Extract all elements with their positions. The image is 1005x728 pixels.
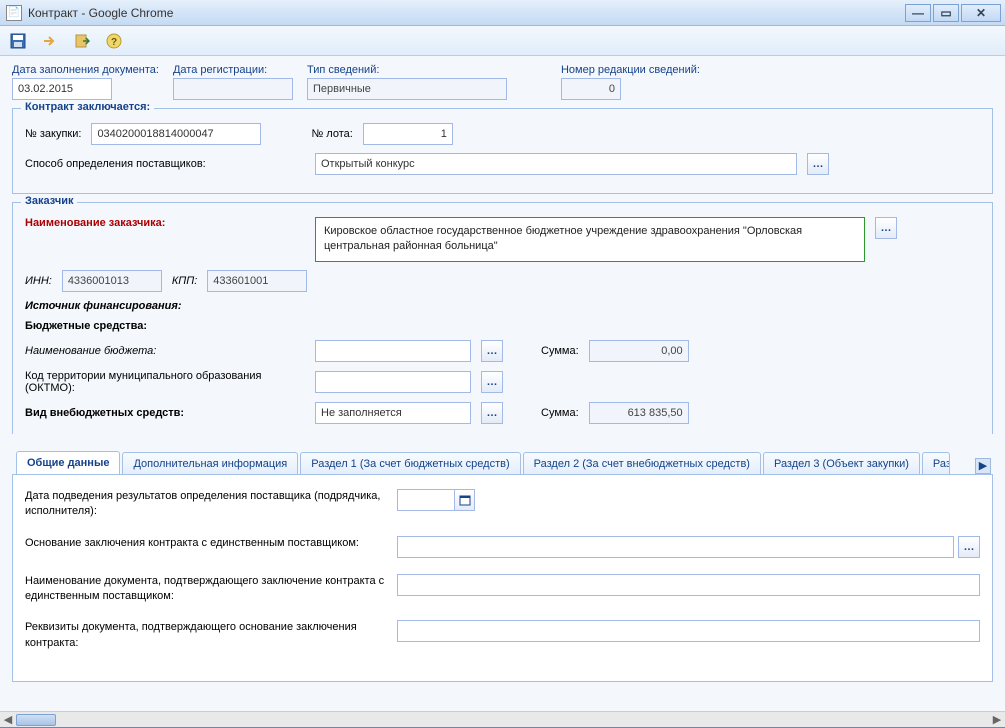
oktmo-picker[interactable]: …: [481, 371, 503, 393]
oktmo-label: Код территории муниципального образовани…: [25, 370, 305, 394]
next-icon[interactable]: [38, 29, 62, 53]
single-supplier-basis-picker[interactable]: …: [958, 536, 980, 558]
single-supplier-basis-label: Основание заключения контракта с единств…: [25, 536, 385, 551]
tab-section1[interactable]: Раздел 1 (За счет бюджетных средств): [300, 452, 520, 474]
inn-label: ИНН:: [25, 275, 52, 287]
toolbar: ?: [0, 26, 1005, 56]
tab-section4-cut[interactable]: Раз: [922, 452, 950, 474]
tabs-bar: Общие данные Дополнительная информация Р…: [12, 450, 993, 475]
tab-section3[interactable]: Раздел 3 (Объект закупки): [763, 452, 920, 474]
extrabudget-kind-picker[interactable]: …: [481, 402, 503, 424]
single-supplier-basis-input[interactable]: [397, 536, 954, 558]
window-title: Контракт - Google Chrome: [28, 6, 173, 20]
supplier-method-label: Способ определения поставщиков:: [25, 158, 305, 170]
result-date-text[interactable]: [398, 490, 454, 510]
info-type-input: [307, 78, 507, 100]
tab-body-general: Дата подведения результатов определения …: [12, 475, 993, 682]
revision-label: Номер редакции сведений:: [561, 64, 700, 76]
scroll-right-icon[interactable]: ▶: [989, 712, 1005, 728]
minimize-button[interactable]: —: [905, 4, 931, 22]
contract-group: Контракт заключается: № закупки: № лота:…: [12, 108, 993, 194]
tab-additional[interactable]: Дополнительная информация: [122, 452, 298, 474]
customer-group-title: Заказчик: [21, 195, 77, 207]
horizontal-scrollbar[interactable]: ◀ ▶: [0, 711, 1005, 727]
customer-name-picker[interactable]: …: [875, 217, 897, 239]
header-row: Дата заполнения документа: Дата регистра…: [12, 64, 993, 100]
doc-name-input[interactable]: [397, 574, 980, 596]
maximize-button[interactable]: ▭: [933, 4, 959, 22]
app-icon: [6, 5, 22, 21]
reg-date-label: Дата регистрации:: [173, 64, 293, 76]
export-icon[interactable]: [70, 29, 94, 53]
customer-name-input[interactable]: Кировское областное государственное бюдж…: [315, 217, 865, 262]
result-date-label: Дата подведения результатов определения …: [25, 489, 385, 520]
close-button[interactable]: ✕: [961, 4, 1001, 22]
purchase-no-input[interactable]: [91, 123, 261, 145]
result-date-input[interactable]: [397, 489, 475, 511]
lot-no-label: № лота:: [311, 128, 352, 140]
budget-name-picker[interactable]: …: [481, 340, 503, 362]
budget-name-label: Наименование бюджета:: [25, 345, 305, 357]
customer-group: Заказчик Наименование заказчика: Кировск…: [12, 202, 993, 434]
extrabudget-sum-label: Сумма:: [541, 407, 579, 419]
titlebar: Контракт - Google Chrome — ▭ ✕: [0, 0, 1005, 26]
info-type-label: Тип сведений:: [307, 64, 507, 76]
doc-req-label: Реквизиты документа, подтверждающего осн…: [25, 620, 385, 651]
contract-group-title: Контракт заключается:: [21, 101, 154, 113]
supplier-method-picker[interactable]: …: [807, 153, 829, 175]
extrabudget-kind-input[interactable]: [315, 402, 471, 424]
supplier-method-input[interactable]: [315, 153, 797, 175]
lot-no-input[interactable]: [363, 123, 453, 145]
doc-date-label: Дата заполнения документа:: [12, 64, 159, 76]
funding-source-label: Источник финансирования:: [25, 300, 182, 312]
reg-date-input: [173, 78, 293, 100]
doc-name-label: Наименование документа, подтверждающего …: [25, 574, 385, 605]
save-icon[interactable]: [6, 29, 30, 53]
budget-sum-input: [589, 340, 689, 362]
doc-req-input[interactable]: [397, 620, 980, 642]
calendar-icon[interactable]: [454, 490, 474, 510]
extrabudget-sum-input: [589, 402, 689, 424]
help-icon[interactable]: ?: [102, 29, 126, 53]
svg-text:?: ?: [111, 37, 117, 48]
app-window: Контракт - Google Chrome — ▭ ✕ ? Дата за…: [0, 0, 1005, 727]
purchase-no-label: № закупки:: [25, 128, 81, 140]
tabs-scroll-right-icon[interactable]: ▶: [975, 458, 991, 474]
budget-name-input[interactable]: [315, 340, 471, 362]
kpp-input: [207, 270, 307, 292]
scrollbar-thumb[interactable]: [16, 714, 56, 726]
scroll-left-icon[interactable]: ◀: [0, 712, 16, 728]
inn-input: [62, 270, 162, 292]
kpp-label: КПП:: [172, 275, 197, 287]
tab-section2[interactable]: Раздел 2 (За счет внебюджетных средств): [523, 452, 761, 474]
budget-sum-label: Сумма:: [541, 345, 579, 357]
extrabudget-kind-label: Вид внебюджетных средств:: [25, 407, 305, 419]
customer-name-label: Наименование заказчика:: [25, 217, 305, 229]
tab-general[interactable]: Общие данные: [16, 451, 120, 474]
content-area: Дата заполнения документа: Дата регистра…: [0, 56, 1005, 727]
doc-date-input[interactable]: [12, 78, 112, 100]
revision-input: [561, 78, 621, 100]
oktmo-input[interactable]: [315, 371, 471, 393]
budget-funds-label: Бюджетные средства:: [25, 320, 147, 332]
